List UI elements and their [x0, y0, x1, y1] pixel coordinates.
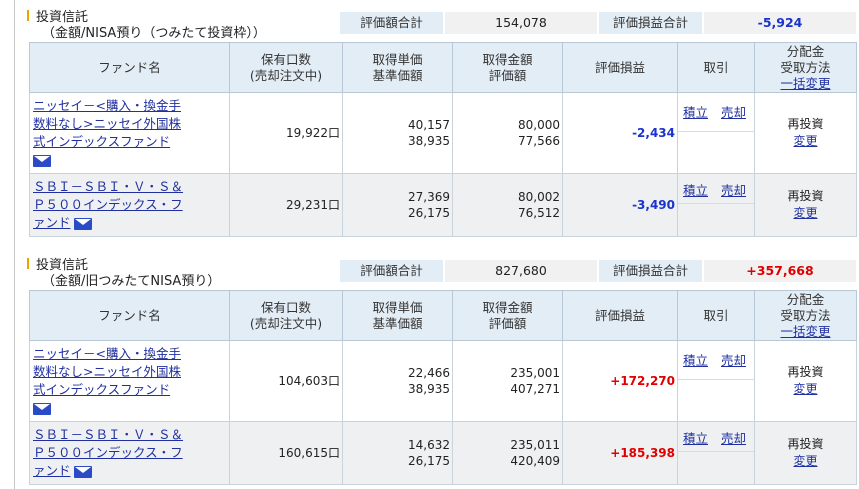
distribution-method: 再投資	[787, 189, 824, 203]
col-distribution: 分配金 受取方法 一括変更	[754, 42, 857, 93]
left-divider	[14, 0, 15, 489]
change-link[interactable]: 変更	[793, 134, 817, 148]
trade-cell: 積立 売却	[677, 340, 755, 422]
distribution-cell: 再投資 変更	[754, 421, 857, 485]
distribution-cell: 再投資 変更	[754, 92, 857, 174]
col-unit-price: 取得単価 基準価額	[342, 42, 453, 93]
table-header-row: ファンド名 保有口数 (売却注文中) 取得単価 基準価額 取得金額 評価額 評価損益 …	[29, 42, 857, 93]
units-cell: 19,922口	[229, 92, 343, 174]
title-accent-bar	[27, 258, 29, 269]
trade-divider	[678, 451, 754, 452]
total-pl: +357,668	[704, 260, 856, 282]
section-title: 投資信託 （金額/NISA預り（つみたて投資枠））	[22, 6, 342, 42]
buy-tsumitate-link[interactable]: 積立	[683, 180, 708, 199]
mail-icon[interactable]	[33, 402, 51, 415]
fund-name-link[interactable]: ニッセイ－<購入・換金手 数料なし>ニッセイ外国株 式インデックスファンド	[33, 346, 181, 397]
pl-cell: -3,490	[562, 173, 678, 237]
mail-icon[interactable]	[74, 217, 93, 230]
pl-cell: -2,434	[562, 92, 678, 174]
change-link[interactable]: 変更	[793, 454, 817, 468]
trade-divider	[678, 379, 754, 380]
table-row: ニッセイ－<購入・換金手 数料なし>ニッセイ外国株 式インデックスファンド 104,…	[29, 340, 857, 422]
col-amount: 取得金額 評価額	[452, 290, 563, 341]
buy-tsumitate-link[interactable]: 積立	[683, 102, 708, 121]
col-amount: 取得金額 評価額	[452, 42, 563, 93]
fund-name-link[interactable]: ＳＢＩ－ＳＢＩ・Ｖ・Ｓ＆ Ｐ５００インデックス・フ ァンド	[33, 427, 183, 478]
total-pl: -5,924	[704, 12, 856, 34]
sell-link[interactable]: 売却	[721, 180, 746, 199]
distribution-cell: 再投資 変更	[754, 340, 857, 422]
units-cell: 29,231口	[229, 173, 343, 237]
trade-cell: 積立 売却	[677, 92, 755, 174]
holdings-table: ファンド名 保有口数 (売却注文中) 取得単価 基準価額 取得金額 評価額 評価損益 …	[29, 42, 857, 237]
table-row: ＳＢＩ－ＳＢＩ・Ｖ・Ｓ＆ Ｐ５００インデックス・フ ァンド 160,615口 14,…	[29, 421, 857, 485]
total-pl-label: 評価損益合計	[599, 12, 702, 34]
col-fund-name: ファンド名	[29, 290, 230, 341]
total-value: 827,680	[445, 260, 597, 282]
mail-icon[interactable]	[33, 154, 51, 167]
fund-name-cell: ＳＢＩ－ＳＢＩ・Ｖ・Ｓ＆ Ｐ５００インデックス・フ ァンド	[29, 173, 230, 237]
buy-tsumitate-link[interactable]: 積立	[683, 350, 708, 369]
fund-name-cell: ニッセイ－<購入・換金手 数料なし>ニッセイ外国株 式インデックスファンド	[29, 92, 230, 174]
price-cell: 27,369 26,175	[342, 173, 453, 237]
fund-name-link[interactable]: ＳＢＩ－ＳＢＩ・Ｖ・Ｓ＆ Ｐ５００インデックス・フ ァンド	[33, 179, 183, 230]
table-header-row: ファンド名 保有口数 (売却注文中) 取得単価 基準価額 取得金額 評価額 評価損益 …	[29, 290, 857, 341]
amount-cell: 235,001 407,271	[452, 340, 563, 422]
distribution-method: 再投資	[787, 117, 824, 131]
amount-cell: 80,000 77,566	[452, 92, 563, 174]
fund-name-cell: ＳＢＩ－ＳＢＩ・Ｖ・Ｓ＆ Ｐ５００インデックス・フ ァンド	[29, 421, 230, 485]
trade-cell: 積立 売却	[677, 173, 755, 237]
bulk-change-link[interactable]: 一括変更	[780, 324, 830, 339]
price-cell: 22,466 38,935	[342, 340, 453, 422]
table-row: ＳＢＩ－ＳＢＩ・Ｖ・Ｓ＆ Ｐ５００インデックス・フ ァンド 29,231口 27,3…	[29, 173, 857, 237]
bulk-change-link[interactable]: 一括変更	[780, 76, 830, 91]
trade-divider	[678, 131, 754, 132]
mail-icon[interactable]	[74, 465, 93, 478]
total-value-label: 評価額合計	[340, 260, 443, 282]
amount-cell: 235,011 420,409	[452, 421, 563, 485]
col-units: 保有口数 (売却注文中)	[229, 42, 343, 93]
section-title-sub: （金額/旧つみたてNISA預り）	[42, 274, 221, 289]
units-cell: 104,603口	[229, 340, 343, 422]
col-pl: 評価損益	[562, 290, 678, 341]
distribution-method: 再投資	[787, 365, 824, 379]
trade-divider	[678, 203, 754, 204]
col-fund-name: ファンド名	[29, 42, 230, 93]
section-title-sub: （金額/NISA預り（つみたて投資枠））	[42, 26, 266, 41]
col-pl: 評価損益	[562, 42, 678, 93]
holdings-table: ファンド名 保有口数 (売却注文中) 取得単価 基準価額 取得金額 評価額 評価損益 …	[29, 290, 857, 485]
col-trade: 取引	[677, 42, 755, 93]
total-value: 154,078	[445, 12, 597, 34]
section-title: 投資信託 （金額/旧つみたてNISA預り）	[22, 254, 342, 290]
change-link[interactable]: 変更	[793, 206, 817, 220]
total-value-label: 評価額合計	[340, 12, 443, 34]
fund-name-cell: ニッセイ－<購入・換金手 数料なし>ニッセイ外国株 式インデックスファンド	[29, 340, 230, 422]
sell-link[interactable]: 売却	[721, 102, 746, 121]
pl-cell: +172,270	[562, 340, 678, 422]
units-cell: 160,615口	[229, 421, 343, 485]
fund-name-link[interactable]: ニッセイ－<購入・換金手 数料なし>ニッセイ外国株 式インデックスファンド	[33, 98, 181, 149]
pl-cell: +185,398	[562, 421, 678, 485]
total-pl-label: 評価損益合計	[599, 260, 702, 282]
sell-link[interactable]: 売却	[721, 428, 746, 447]
col-distribution: 分配金 受取方法 一括変更	[754, 290, 857, 341]
col-units: 保有口数 (売却注文中)	[229, 290, 343, 341]
price-cell: 14,632 26,175	[342, 421, 453, 485]
amount-cell: 80,002 76,512	[452, 173, 563, 237]
title-accent-bar	[27, 10, 29, 21]
price-cell: 40,157 38,935	[342, 92, 453, 174]
table-row: ニッセイ－<購入・換金手 数料なし>ニッセイ外国株 式インデックスファンド 19,9…	[29, 92, 857, 174]
col-trade: 取引	[677, 290, 755, 341]
distribution-cell: 再投資 変更	[754, 173, 857, 237]
col-unit-price: 取得単価 基準価額	[342, 290, 453, 341]
change-link[interactable]: 変更	[793, 382, 817, 396]
buy-tsumitate-link[interactable]: 積立	[683, 428, 708, 447]
trade-cell: 積立 売却	[677, 421, 755, 485]
sell-link[interactable]: 売却	[721, 350, 746, 369]
distribution-method: 再投資	[787, 437, 824, 451]
